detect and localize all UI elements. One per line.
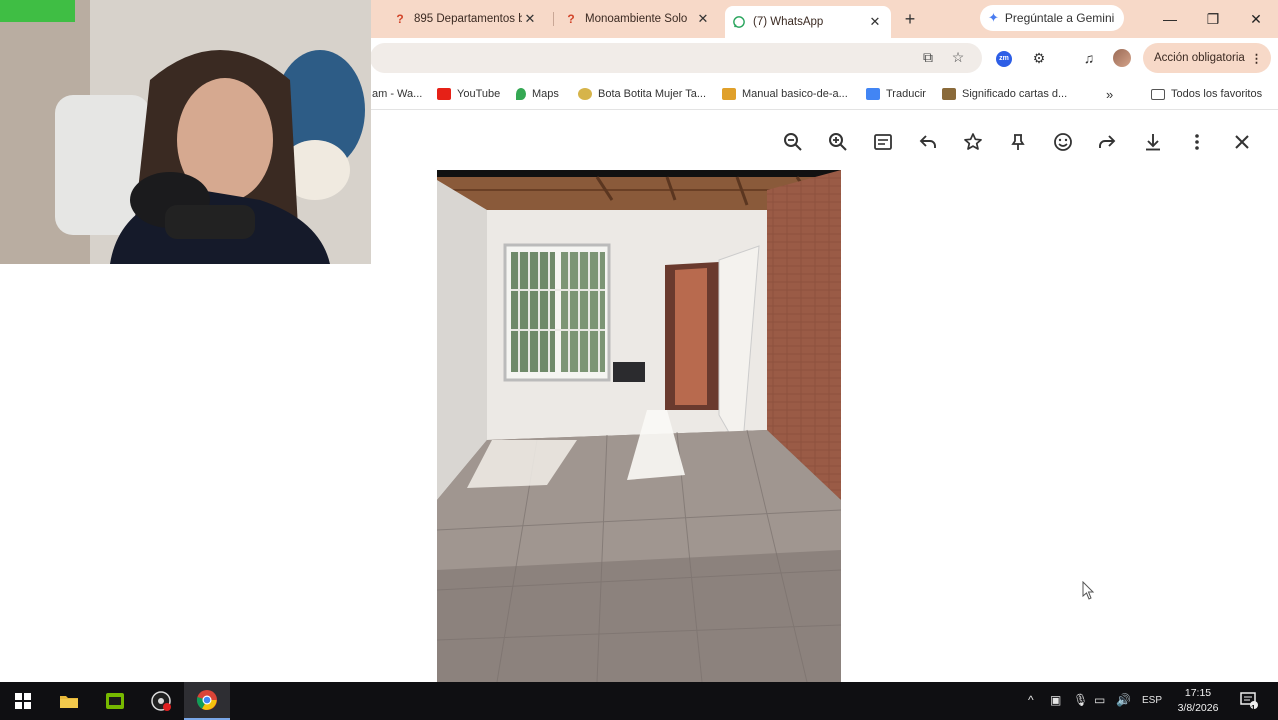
bookmark-label: Bota Botita Mujer Ta...: [598, 88, 707, 100]
obs-app-button[interactable]: [138, 682, 184, 720]
bookmark-significado[interactable]: Significado cartas d...: [942, 86, 1067, 102]
close-tab-icon[interactable]: ✕: [522, 11, 538, 27]
bookmark-label: Traducir: [886, 88, 926, 100]
emoji-icon[interactable]: [1051, 130, 1075, 154]
accion-label: Acción obligatoria: [1154, 52, 1245, 64]
install-app-icon[interactable]: ⧉: [917, 46, 939, 68]
forward-icon[interactable]: [1095, 130, 1119, 154]
close-icon[interactable]: [1230, 130, 1254, 154]
maps-pin-icon: [516, 88, 526, 100]
bookmarks-overflow-icon[interactable]: »: [1106, 86, 1113, 102]
tab-separator: [553, 12, 554, 26]
zoom-out-icon[interactable]: [781, 130, 805, 154]
tab-departamentos[interactable]: ? 895 Departamentos b ✕: [386, 6, 546, 32]
star-icon[interactable]: [961, 130, 985, 154]
youtube-icon: [437, 88, 451, 100]
webcam-person-image: [0, 0, 371, 264]
bookmark-star-icon[interactable]: ☆: [947, 46, 969, 68]
translate-icon: [866, 88, 880, 100]
meet-now-icon[interactable]: ▣: [1050, 693, 1061, 707]
bookmark-traducir[interactable]: Traducir: [866, 86, 926, 102]
question-favicon-icon: ?: [396, 12, 404, 26]
language-indicator[interactable]: ESP: [1142, 695, 1162, 706]
more-icon: ⋮: [1250, 53, 1263, 65]
extensions-icon[interactable]: ⚙: [1028, 47, 1050, 69]
tab-label: (7) WhatsApp: [753, 16, 824, 28]
pin-icon[interactable]: [1006, 130, 1030, 154]
start-button[interactable]: [0, 682, 46, 720]
tab-monoambiente[interactable]: ? Monoambiente Solo ✕: [557, 6, 719, 32]
bookmark-youtube[interactable]: YouTube: [437, 86, 500, 102]
apartment-photo[interactable]: [437, 170, 841, 682]
close-tab-icon[interactable]: ✕: [867, 14, 883, 30]
media-viewer-toolbar: [371, 122, 1278, 162]
screen: ? 895 Departamentos b ✕ ? Monoambiente S…: [0, 0, 1278, 720]
accion-obligatoria-button[interactable]: Acción obligatoria ⋮: [1143, 43, 1271, 73]
zoom-extension-icon[interactable]: zm: [996, 51, 1012, 67]
profile-avatar[interactable]: [1113, 49, 1131, 67]
bookmark-manual[interactable]: Manual basico-de-a...: [722, 86, 848, 102]
apartment-photo-image: [437, 170, 841, 682]
more-icon[interactable]: [1185, 130, 1209, 154]
tab-label: Monoambiente Solo: [585, 13, 688, 25]
chrome-icon: [196, 690, 217, 710]
caption-icon[interactable]: [871, 130, 895, 154]
address-bar[interactable]: [370, 43, 982, 73]
volume-icon[interactable]: 🔊: [1116, 693, 1131, 707]
bookmark-item[interactable]: am - Wa...: [372, 86, 422, 102]
bookmark-bota[interactable]: Bota Botita Mujer Ta...: [578, 86, 706, 102]
chrome-taskbar-button[interactable]: [184, 682, 230, 720]
obs-recording-icon: [151, 691, 171, 711]
folder-icon: [1151, 88, 1165, 100]
download-icon[interactable]: [1141, 130, 1165, 154]
notification-count-badge: 1: [1251, 704, 1256, 713]
folder-icon: [60, 696, 78, 708]
close-tab-icon[interactable]: ✕: [695, 11, 711, 27]
bookmark-label: Todos los favoritos: [1171, 88, 1263, 100]
minimize-button[interactable]: —: [1155, 8, 1185, 30]
nvidia-app-button[interactable]: [92, 682, 138, 720]
windows-taskbar: ^ ▣ 🎙 ▭ 🔊 ESP 17:15 3/8/2026 1: [0, 682, 1278, 720]
nvidia-icon: [106, 693, 124, 709]
whatsapp-icon: [733, 15, 745, 29]
tab-label: 895 Departamentos b: [414, 13, 522, 25]
tab-whatsapp[interactable]: (7) WhatsApp ✕: [725, 6, 891, 38]
question-favicon-icon: ?: [567, 12, 575, 26]
tray-overflow-icon[interactable]: ^: [1028, 693, 1034, 707]
network-icon[interactable]: ▭: [1094, 693, 1105, 707]
bookmark-label: Significado cartas d...: [962, 88, 1068, 100]
bota-favicon-icon: [578, 88, 592, 100]
webcam-overlay: [0, 0, 371, 264]
close-window-button[interactable]: ✕: [1241, 8, 1271, 30]
bookmark-label: Maps: [532, 88, 559, 100]
reply-icon[interactable]: [916, 130, 940, 154]
mouse-cursor-icon: [1082, 581, 1095, 600]
clock-date: 3/8/2026: [1177, 702, 1219, 714]
bookmark-label: Manual basico-de-a...: [742, 88, 848, 100]
media-control-icon[interactable]: ♫: [1078, 47, 1100, 69]
restore-button[interactable]: ❐: [1198, 8, 1228, 30]
bookmark-label: YouTube: [457, 88, 501, 100]
cards-favicon-icon: [942, 88, 956, 100]
gemini-label: Pregúntale a Gemini: [1004, 11, 1115, 25]
zoom-in-icon[interactable]: [826, 130, 850, 154]
bookmark-maps[interactable]: Maps: [516, 86, 559, 102]
windows-logo-icon: [15, 693, 31, 709]
file-explorer-button[interactable]: [46, 682, 92, 720]
new-tab-button[interactable]: +: [898, 8, 922, 30]
microphone-icon[interactable]: 🎙: [1073, 693, 1088, 707]
clock-time: 17:15: [1184, 687, 1212, 699]
gemini-button[interactable]: ✦ Pregúntale a Gemini: [980, 5, 1125, 31]
bookmark-label: am - Wa...: [372, 88, 423, 100]
manual-favicon-icon: [722, 88, 736, 100]
all-bookmarks-folder[interactable]: Todos los favoritos: [1151, 86, 1262, 102]
clock[interactable]: 17:15 3/8/2026: [1168, 686, 1228, 716]
gemini-star-icon: ✦: [988, 10, 999, 25]
